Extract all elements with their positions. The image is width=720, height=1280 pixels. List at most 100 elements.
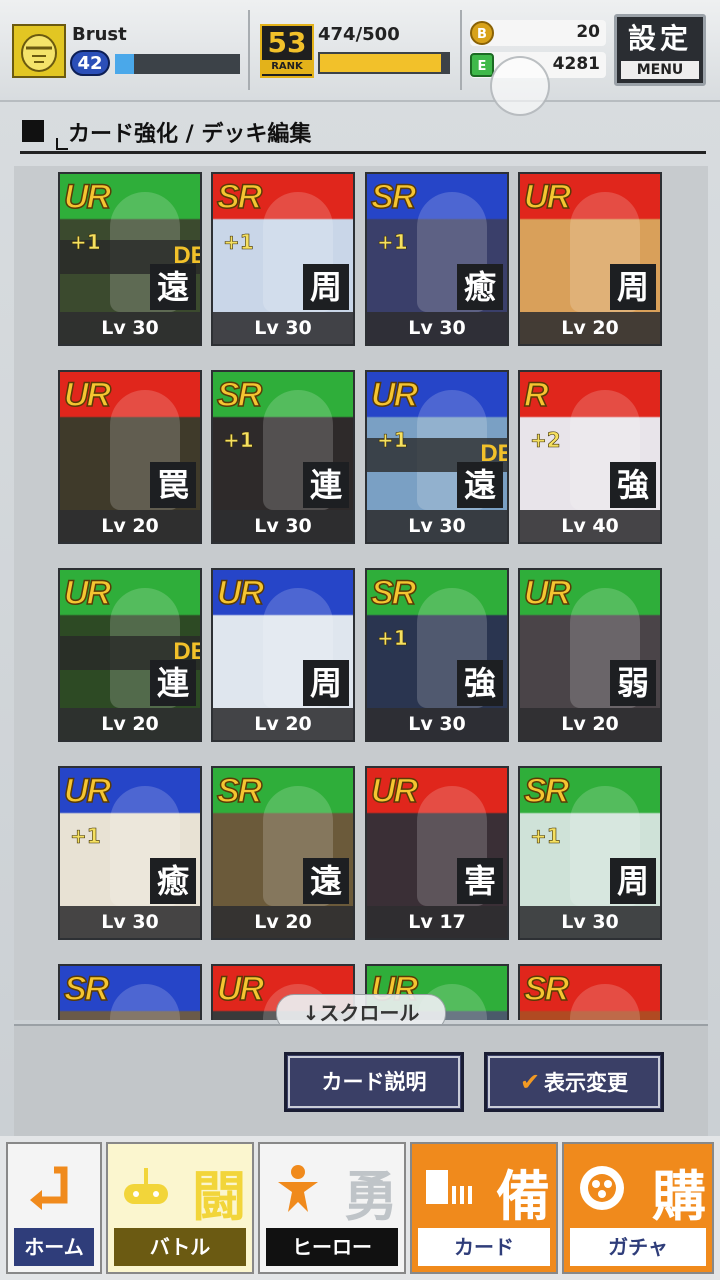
plus-label: +1 (377, 230, 408, 255)
gacha-icon (574, 1160, 630, 1216)
nav-tab-hero[interactable]: 勇ヒーロー (258, 1142, 406, 1274)
stamina-bar (318, 52, 450, 74)
nav-tab-gacha[interactable]: 購ガチャ (562, 1142, 714, 1274)
action-bar: カード説明 ✔ 表示変更 (14, 1024, 708, 1138)
level-label: Lv 30 (520, 906, 660, 938)
card-item[interactable]: SR +1 強 Lv 30 (365, 568, 509, 742)
rarity-label: SR (370, 573, 417, 613)
nav-kanji: 勇 (344, 1165, 398, 1228)
type-badge: 強 (610, 462, 656, 508)
level-label: Lv 17 (367, 906, 507, 938)
display-change-button[interactable]: ✔ 表示変更 (484, 1052, 664, 1112)
stamina-text: 474/500 (318, 24, 400, 45)
rarity-label: UR (216, 573, 265, 613)
nav-tab-card[interactable]: 備カード (410, 1142, 558, 1274)
exp-fill (115, 54, 134, 74)
rarity-label: SR (63, 969, 110, 1009)
bottom-nav: ホーム闘バトル勇ヒーロー備カード購ガチャ (0, 1136, 720, 1280)
gamepad-icon (118, 1160, 174, 1216)
header-divider (460, 10, 462, 90)
rarity-label: SR (523, 771, 570, 811)
menu-button[interactable]: 設定 MENU (614, 14, 706, 86)
nav-label: ガチャ (570, 1228, 706, 1266)
level-label: Lv 20 (520, 312, 660, 344)
player-name: Brust (72, 24, 127, 45)
type-badge: 強 (457, 660, 503, 706)
card-item[interactable]: UR 弱 Lv 20 (518, 568, 662, 742)
card-description-button[interactable]: カード説明 (284, 1052, 464, 1112)
level-label: Lv 30 (367, 708, 507, 740)
nav-kanji: 闘 (192, 1165, 246, 1228)
rarity-label: UR (63, 177, 112, 217)
card-item[interactable]: UR 罠 Lv 20 (58, 370, 202, 544)
floating-assistive-button[interactable] (490, 56, 550, 116)
checkmark-icon: ✔ (519, 1068, 541, 1096)
card-description-label: カード説明 (321, 1070, 427, 1094)
rarity-label: UR (63, 771, 112, 811)
level-label: Lv 30 (60, 312, 200, 344)
level-label: Lv 20 (213, 708, 353, 740)
nav-kanji: 購 (652, 1165, 706, 1228)
stamina-fill (320, 54, 442, 72)
level-label: Lv 20 (520, 708, 660, 740)
type-badge: 連 (303, 462, 349, 508)
card-item[interactable]: SR +1 周 Lv 30 (211, 172, 355, 346)
rarity-label: UR (370, 771, 419, 811)
rarity-label: UR (523, 573, 572, 613)
type-badge: 周 (303, 660, 349, 706)
gem-value: 4281 (552, 54, 600, 74)
rarity-label: UR (63, 573, 112, 613)
card-item[interactable]: SR (518, 964, 662, 1020)
rank-number: 53 (267, 26, 307, 59)
card-item[interactable]: UR 周 Lv 20 (518, 172, 662, 346)
type-badge: 遠 (303, 858, 349, 904)
type-badge: 周 (610, 264, 656, 310)
plus-label: +1 (70, 824, 101, 849)
helmet-icon (21, 34, 57, 72)
plus-label: +1 (377, 626, 408, 651)
rarity-label: R (523, 375, 549, 415)
menu-label: MENU (621, 61, 699, 79)
card-item[interactable]: R +2 強 Lv 40 (518, 370, 662, 544)
header-divider (248, 10, 250, 90)
nav-label: ホーム (14, 1228, 94, 1266)
square-icon (22, 120, 44, 142)
rarity-label: SR (216, 375, 263, 415)
card-item[interactable]: UR 害 Lv 17 (365, 766, 509, 940)
type-badge: 害 (457, 858, 503, 904)
type-badge: 弱 (610, 660, 656, 706)
card-item[interactable]: URDEC+1遠Lv 30 (58, 172, 202, 346)
avatar[interactable] (12, 24, 66, 78)
card-grid[interactable]: URDEC+1遠Lv 30SR+1周Lv 30SR+1癒Lv 30UR周Lv 2… (14, 166, 708, 1020)
card-item[interactable]: UR 周 Lv 20 (211, 568, 355, 742)
status-header: Brust 42 53 RANK 474/500 B 20 E 4281 設定 … (0, 0, 720, 102)
rarity-label: SR (523, 969, 570, 1009)
level-label: Lv 20 (213, 906, 353, 938)
nav-tab-battle[interactable]: 闘バトル (106, 1142, 254, 1274)
rarity-label: UR (370, 375, 419, 415)
coin-icon: B (470, 21, 494, 45)
card-item[interactable]: UR +1 癒 Lv 30 (58, 766, 202, 940)
level-label: Lv 30 (367, 510, 507, 542)
plus-label: +1 (530, 824, 561, 849)
card-item[interactable]: SR +1 癒 Lv 30 (365, 172, 509, 346)
coin-value: 20 (576, 22, 600, 42)
rank-badge: 53 RANK (260, 24, 314, 78)
rarity-label: UR (523, 177, 572, 217)
card-item[interactable]: SR +1 周 Lv 30 (518, 766, 662, 940)
nav-kanji: 備 (496, 1165, 550, 1228)
card-item[interactable]: URDEC+1遠Lv 30 (365, 370, 509, 544)
card-item[interactable]: URDEC連Lv 20 (58, 568, 202, 742)
cards-icon (422, 1160, 478, 1216)
card-item[interactable]: SR +1 連 Lv 30 (211, 370, 355, 544)
page-title: カード強化 / デッキ編集 (68, 122, 312, 147)
rarity-label: UR (216, 969, 265, 1009)
type-badge: 連 (150, 660, 196, 706)
type-badge: 罠 (150, 462, 196, 508)
menu-kanji: 設定 (627, 22, 692, 55)
gem-icon: E (470, 53, 494, 77)
nav-tab-home[interactable]: ホーム (6, 1142, 102, 1274)
card-item[interactable]: SR 遠 Lv 20 (211, 766, 355, 940)
coin-counter: B 20 (470, 20, 606, 46)
card-item[interactable]: SR (58, 964, 202, 1020)
